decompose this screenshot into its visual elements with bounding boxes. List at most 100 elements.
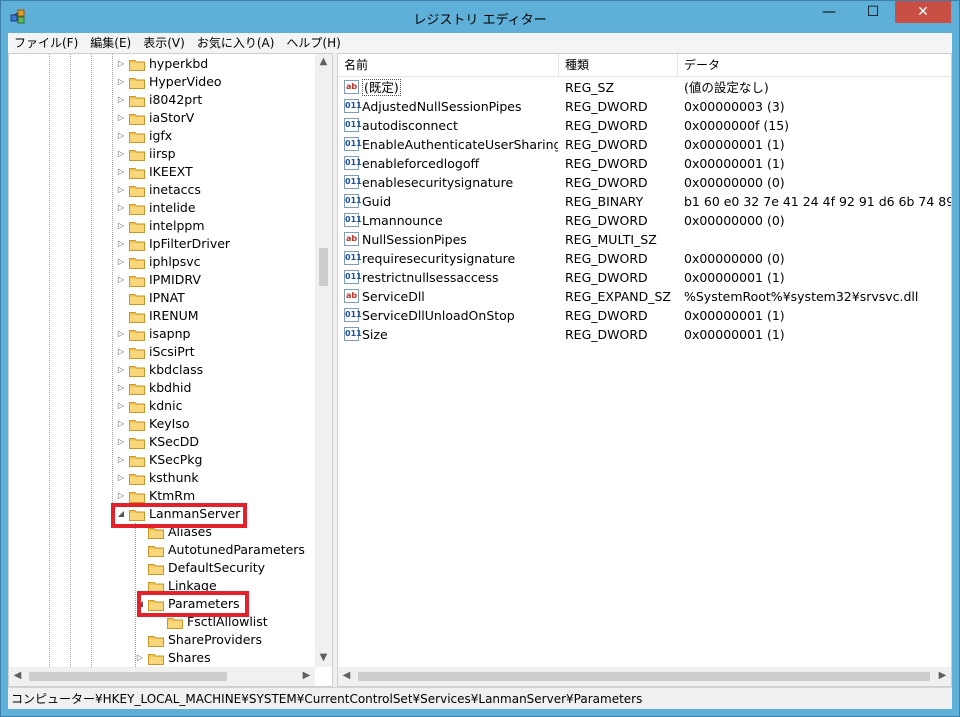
tree-item[interactable]: IRENUM [9, 307, 315, 325]
close-button[interactable]: ✕ [895, 1, 951, 23]
tree-item[interactable]: ◢ Parameters [9, 595, 315, 613]
list-item[interactable]: 011 enablesecuritysignature REG_DWORD 0x000… [338, 173, 951, 192]
scroll-down-arrow-icon[interactable]: ▼ [315, 652, 332, 663]
key-tree-pane[interactable]: ▷ hyperkbd ▷ HyperVideo ▷ i8042prt ▷ iaStorV ▷ ig… [8, 53, 333, 687]
tree-item[interactable]: ▷ IPMIDRV [9, 271, 315, 289]
maximize-button[interactable]: ☐ [851, 1, 895, 23]
tree-item[interactable]: ▷ igfx [9, 127, 315, 145]
scroll-left-arrow-icon[interactable]: ◀ [9, 670, 26, 681]
tree-item[interactable]: ▷ KSecDD [9, 433, 315, 451]
expand-toggle-icon[interactable]: ▷ [116, 397, 126, 415]
tree-item[interactable]: ▷ i8042prt [9, 91, 315, 109]
tree-item[interactable]: ▷ KtmRm [9, 487, 315, 505]
tree-item[interactable]: ▷ intelppm [9, 217, 315, 235]
expand-toggle-icon[interactable]: ▷ [116, 361, 126, 379]
list-item[interactable]: 011 Size REG_DWORD 0x00000001 (1) [338, 325, 951, 344]
expand-toggle-icon[interactable]: ▷ [116, 271, 126, 289]
tree-item[interactable]: ▷ IpFilterDriver [9, 235, 315, 253]
expand-toggle-icon[interactable]: ▷ [116, 91, 126, 109]
expand-toggle-icon[interactable]: ▷ [116, 325, 126, 343]
list-horizontal-scroll-thumb[interactable] [358, 672, 930, 681]
list-item[interactable]: ab NullSessionPipes REG_MULTI_SZ [338, 230, 951, 249]
tree-vertical-scrollbar[interactable]: ▲ ▼ [315, 54, 332, 667]
scroll-right-arrow-icon[interactable]: ▶ [934, 670, 951, 681]
expand-toggle-icon[interactable]: ▷ [116, 235, 126, 253]
list-item[interactable]: 011 Guid REG_BINARY b1 60 e0 32 7e 41 24 4f… [338, 192, 951, 211]
tree-item[interactable]: ▷ kdnic [9, 397, 315, 415]
tree-item[interactable]: ▷ IKEEXT [9, 163, 315, 181]
tree-item[interactable]: ▷ Shares [9, 649, 315, 667]
tree-item[interactable]: ▷ isapnp [9, 325, 315, 343]
expand-toggle-icon[interactable]: ▷ [116, 145, 126, 163]
expand-toggle-icon[interactable]: ▷ [116, 487, 126, 505]
menu-view[interactable]: 表示(V) [137, 33, 191, 53]
tree-item[interactable]: IPNAT [9, 289, 315, 307]
expand-toggle-icon[interactable]: ▷ [116, 415, 126, 433]
tree-item[interactable]: ▷ kbdhid [9, 379, 315, 397]
expand-toggle-icon[interactable]: ◢ [116, 505, 126, 523]
expand-toggle-icon[interactable]: ▷ [135, 649, 145, 667]
tree-horizontal-scroll-thumb[interactable] [29, 672, 227, 681]
list-item[interactable]: 011 AdjustedNullSessionPipes REG_DWORD 0x00… [338, 97, 951, 116]
tree-item[interactable]: Aliases [9, 523, 315, 541]
tree-horizontal-scrollbar[interactable]: ◀ ▶ [9, 667, 315, 686]
tree-item[interactable]: ShareProviders [9, 631, 315, 649]
expand-toggle-icon[interactable]: ▷ [116, 127, 126, 145]
minimize-button[interactable]: — [807, 1, 851, 23]
tree-vertical-scroll-thumb[interactable] [319, 248, 328, 286]
tree-item[interactable]: ◢ LanmanServer [9, 505, 315, 523]
menu-help[interactable]: ヘルプ(H) [280, 33, 346, 53]
expand-toggle-icon[interactable]: ▷ [116, 343, 126, 361]
list-item[interactable]: ab (既定) REG_SZ (値の設定なし) [338, 78, 951, 97]
menu-file[interactable]: ファイル(F) [8, 33, 84, 53]
list-horizontal-scrollbar[interactable]: ◀ ▶ [338, 667, 951, 686]
expand-toggle-icon[interactable]: ▷ [116, 379, 126, 397]
value-list-pane[interactable]: 名前 種類 データ ab (既定) REG_SZ (値の設定なし) 011 Adjuste… [337, 53, 952, 687]
column-header-type[interactable]: 種類 [559, 54, 678, 76]
tree-item[interactable]: ▷ KeyIso [9, 415, 315, 433]
tree-item[interactable]: ▷ KSecPkg [9, 451, 315, 469]
list-item[interactable]: 011 Lmannounce REG_DWORD 0x00000000 (0) [338, 211, 951, 230]
expand-toggle-icon[interactable]: ▷ [116, 199, 126, 217]
tree-item[interactable]: FsctlAllowlist [9, 613, 315, 631]
column-header-data[interactable]: データ [678, 54, 951, 76]
tree-item[interactable]: ▷ HyperVideo [9, 73, 315, 91]
tree-item[interactable]: ▷ kbdclass [9, 361, 315, 379]
scroll-left-arrow-icon[interactable]: ◀ [338, 670, 355, 681]
expand-toggle-icon[interactable]: ▷ [116, 469, 126, 487]
scroll-right-arrow-icon[interactable]: ▶ [298, 670, 315, 681]
expand-toggle-icon[interactable]: ▷ [116, 433, 126, 451]
tree-item[interactable]: AutotunedParameters [9, 541, 315, 559]
expand-toggle-icon[interactable]: ▷ [116, 181, 126, 199]
column-header-name[interactable]: 名前 [338, 54, 559, 76]
list-item[interactable]: 011 restrictnullsessaccess REG_DWORD 0x0000… [338, 268, 951, 287]
title-bar[interactable]: レジストリ エディター — ☐ ✕ [1, 1, 959, 33]
tree-item[interactable]: ▷ iphlpsvc [9, 253, 315, 271]
tree-item[interactable]: ▷ ksthunk [9, 469, 315, 487]
expand-toggle-icon[interactable]: ▷ [116, 217, 126, 235]
tree-item[interactable]: ▷ inetaccs [9, 181, 315, 199]
list-item[interactable]: 011 EnableAuthenticateUserSharing REG_DWOR… [338, 135, 951, 154]
tree-item[interactable]: DefaultSecurity [9, 559, 315, 577]
expand-toggle-icon[interactable]: ▷ [116, 55, 126, 73]
scroll-up-arrow-icon[interactable]: ▲ [315, 56, 332, 67]
tree-item[interactable]: ▷ intelide [9, 199, 315, 217]
list-item[interactable]: ab ServiceDll REG_EXPAND_SZ %SystemRoot%¥sy… [338, 287, 951, 306]
tree-item[interactable]: ▷ iaStorV [9, 109, 315, 127]
tree-item[interactable]: ▷ iirsp [9, 145, 315, 163]
expand-toggle-icon[interactable]: ▷ [116, 109, 126, 127]
tree-item[interactable]: Linkage [9, 577, 315, 595]
tree-item[interactable]: ▷ hyperkbd [9, 55, 315, 73]
expand-toggle-icon[interactable]: ◢ [135, 595, 145, 613]
expand-toggle-icon[interactable]: ▷ [116, 163, 126, 181]
expand-toggle-icon[interactable]: ▷ [116, 451, 126, 469]
tree-item[interactable]: ▷ iScsiPrt [9, 343, 315, 361]
list-item[interactable]: 011 enableforcedlogoff REG_DWORD 0x00000001… [338, 154, 951, 173]
expand-toggle-icon[interactable]: ▷ [116, 253, 126, 271]
list-item[interactable]: 011 autodisconnect REG_DWORD 0x0000000f (15… [338, 116, 951, 135]
menu-favorites[interactable]: お気に入り(A) [191, 33, 281, 53]
expand-toggle-icon[interactable]: ▷ [116, 73, 126, 91]
list-item[interactable]: 011 ServiceDllUnloadOnStop REG_DWORD 0x0000… [338, 306, 951, 325]
menu-edit[interactable]: 編集(E) [84, 33, 137, 53]
list-item[interactable]: 011 requiresecuritysignature REG_DWORD 0x00… [338, 249, 951, 268]
